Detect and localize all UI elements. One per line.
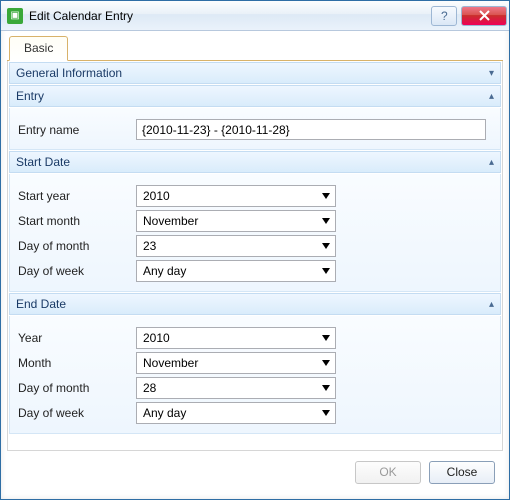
dropdown-arrow-icon [317, 328, 335, 348]
dropdown-arrow-icon [317, 186, 335, 206]
end-dom-combo[interactable]: 28 [136, 377, 336, 399]
start-year-value: 2010 [137, 189, 317, 203]
start-dow-label: Day of week [18, 264, 136, 278]
start-dom-label: Day of month [18, 239, 136, 253]
end-year-label: Year [18, 331, 136, 345]
section-entry-title: Entry [16, 89, 489, 103]
dropdown-arrow-icon [317, 353, 335, 373]
close-icon [479, 10, 490, 21]
section-end-body: Year 2010 Month November Day of month [9, 316, 501, 434]
help-icon: ? [438, 10, 450, 22]
chevron-down-icon: ▾ [489, 68, 494, 79]
start-month-label: Start month [18, 214, 136, 228]
end-month-label: Month [18, 356, 136, 370]
end-dow-label: Day of week [18, 406, 136, 420]
section-start-body: Start year 2010 Start month November Day… [9, 174, 501, 292]
end-year-value: 2010 [137, 331, 317, 345]
ok-button-label: OK [379, 465, 396, 479]
section-end-title: End Date [16, 297, 489, 311]
start-year-label: Start year [18, 189, 136, 203]
start-dom-value: 23 [137, 239, 317, 253]
window-close-button[interactable] [461, 6, 507, 26]
section-start-title: Start Date [16, 155, 489, 169]
section-entry-header[interactable]: Entry ▴ [9, 85, 501, 107]
entry-name-label: Entry name [18, 123, 136, 137]
dialog-footer: OK Close [7, 451, 503, 493]
end-month-combo[interactable]: November [136, 352, 336, 374]
window-title: Edit Calendar Entry [29, 9, 133, 23]
chevron-up-icon: ▴ [489, 91, 494, 102]
start-dom-combo[interactable]: 23 [136, 235, 336, 257]
section-entry-body: Entry name [9, 108, 501, 150]
dropdown-arrow-icon [317, 403, 335, 423]
dialog-body: Basic General Information ▾ Entry ▴ Entr… [1, 31, 509, 499]
end-dom-label: Day of month [18, 381, 136, 395]
tab-basic[interactable]: Basic [9, 36, 68, 61]
ok-button[interactable]: OK [355, 461, 421, 484]
svg-text:?: ? [441, 10, 448, 22]
titlebar: ▣ Edit Calendar Entry ? [1, 1, 509, 31]
chevron-up-icon: ▴ [489, 299, 494, 310]
dropdown-arrow-icon [317, 236, 335, 256]
start-year-combo[interactable]: 2010 [136, 185, 336, 207]
start-dow-combo[interactable]: Any day [136, 260, 336, 282]
section-general-header[interactable]: General Information ▾ [9, 62, 501, 84]
dialog-window: ▣ Edit Calendar Entry ? Basic General In… [0, 0, 510, 500]
start-month-combo[interactable]: November [136, 210, 336, 232]
close-button-label: Close [447, 465, 478, 479]
chevron-up-icon: ▴ [489, 157, 494, 168]
entry-name-input[interactable] [136, 119, 486, 140]
start-month-value: November [137, 214, 317, 228]
dropdown-arrow-icon [317, 378, 335, 398]
end-year-combo[interactable]: 2010 [136, 327, 336, 349]
dropdown-arrow-icon [317, 261, 335, 281]
start-dow-value: Any day [137, 264, 317, 278]
tabstrip: Basic [7, 37, 503, 61]
section-end-header[interactable]: End Date ▴ [9, 293, 501, 315]
end-dom-value: 28 [137, 381, 317, 395]
section-general-title: General Information [16, 66, 489, 80]
tab-basic-label: Basic [24, 41, 53, 55]
dropdown-arrow-icon [317, 211, 335, 231]
section-start-header[interactable]: Start Date ▴ [9, 151, 501, 173]
close-button[interactable]: Close [429, 461, 495, 484]
tab-panel-basic: General Information ▾ Entry ▴ Entry name… [7, 61, 503, 451]
end-dow-combo[interactable]: Any day [136, 402, 336, 424]
end-dow-value: Any day [137, 406, 317, 420]
help-button[interactable]: ? [431, 6, 457, 26]
app-icon: ▣ [7, 8, 23, 24]
end-month-value: November [137, 356, 317, 370]
